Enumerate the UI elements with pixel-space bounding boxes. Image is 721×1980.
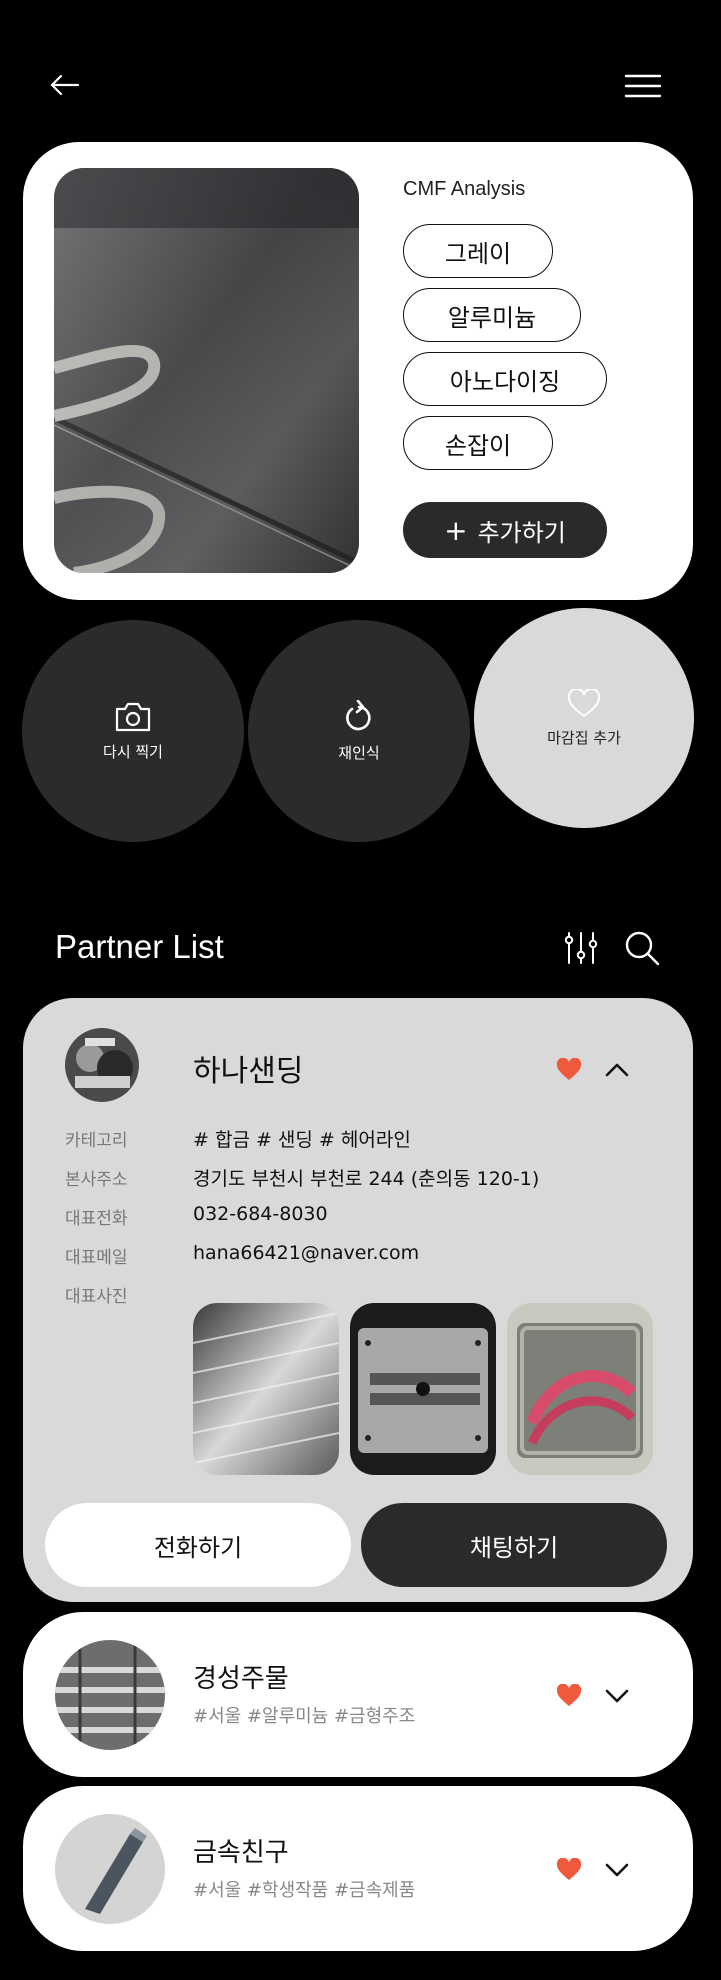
field-label-phone: 대표전화 (65, 1209, 128, 1229)
field-label-email: 대표메일 (65, 1248, 128, 1268)
retake-photo-button[interactable]: 다시 찍기 (22, 620, 244, 842)
partner-phone[interactable]: 032-684-8030 (193, 1203, 328, 1225)
chevron-up-icon[interactable] (603, 1060, 631, 1080)
tag-chip-anodizing[interactable]: 아노다이징 (403, 352, 607, 406)
arrow-left-icon (50, 74, 80, 96)
search-icon (625, 931, 660, 966)
add-tag-button[interactable]: + 추가하기 (403, 502, 607, 558)
rerecognize-button[interactable]: 재인식 (248, 620, 470, 842)
add-tag-label: 추가하기 (477, 518, 566, 547)
tag-chip-handle[interactable]: 손잡이 (403, 416, 553, 470)
back-button[interactable] (45, 65, 85, 105)
search-button[interactable] (622, 928, 662, 968)
partner-email[interactable]: hana66421@naver.com (193, 1242, 419, 1264)
heart-filled-icon[interactable] (556, 1684, 582, 1708)
partner-list-title: Partner List (55, 928, 224, 965)
partner-address: 경기도 부천시 부천로 244 (춘의동 120-1) (193, 1168, 540, 1190)
chevron-down-icon[interactable] (603, 1686, 631, 1706)
retake-label: 다시 찍기 (103, 742, 163, 761)
partner-photo-3[interactable] (507, 1303, 653, 1475)
partner-photo-1[interactable] (193, 1303, 339, 1475)
call-button[interactable]: 전화하기 (45, 1503, 351, 1587)
partner-tags: #서울 #학생작품 #금속제품 (193, 1880, 416, 1901)
favorites-label: 마감집 추가 (547, 728, 621, 747)
field-label-category: 카테고리 (65, 1131, 128, 1151)
partner-card-collapsed[interactable]: 경성주물 #서울 #알루미늄 #금형주조 (23, 1612, 693, 1777)
hamburger-menu-icon (624, 74, 662, 98)
cmf-analysis-title: CMF Analysis (403, 178, 526, 200)
analysis-card: CMF Analysis 그레이 알루미늄 아노다이징 손잡이 + 추가하기 (23, 142, 693, 600)
heart-filled-icon[interactable] (556, 1858, 582, 1882)
captured-photo (54, 168, 359, 573)
field-label-address: 본사주소 (65, 1170, 128, 1190)
partner-name: 경성주물 (193, 1664, 289, 1694)
add-to-favorites-button[interactable]: 마감집 추가 (474, 608, 694, 828)
tag-chip-gray[interactable]: 그레이 (403, 224, 553, 278)
partner-avatar (55, 1640, 165, 1750)
sliders-icon (564, 932, 598, 964)
field-label-photos: 대표사진 (65, 1287, 128, 1307)
partner-avatar (65, 1028, 139, 1102)
partner-card-expanded[interactable]: 하나샌딩 카테고리 본사주소 대표전화 대표메일 대표사진 # 합금 # 샌딩 … (23, 998, 693, 1602)
partner-name: 하나샌딩 (193, 1054, 304, 1089)
chat-button[interactable]: 채팅하기 (361, 1503, 667, 1587)
filter-button[interactable] (563, 930, 599, 966)
partner-name: 금속친구 (193, 1838, 289, 1868)
heart-outline-icon (567, 688, 601, 717)
rerecognize-label: 재인식 (338, 743, 380, 762)
menu-button[interactable] (622, 66, 664, 106)
partner-card-collapsed[interactable]: 금속친구 #서울 #학생작품 #금속제품 (23, 1786, 693, 1951)
partner-tags: #서울 #알루미늄 #금형주조 (193, 1706, 416, 1727)
tag-chip-aluminum[interactable]: 알루미늄 (403, 288, 581, 342)
plus-icon: + (444, 513, 468, 547)
partner-photo-2[interactable] (350, 1303, 496, 1475)
heart-filled-icon[interactable] (556, 1058, 582, 1082)
chevron-down-icon[interactable] (603, 1860, 631, 1880)
partner-category: # 합금 # 샌딩 # 헤어라인 (193, 1129, 411, 1151)
partner-avatar (55, 1814, 165, 1924)
camera-icon (115, 702, 151, 731)
refresh-icon (346, 699, 371, 730)
